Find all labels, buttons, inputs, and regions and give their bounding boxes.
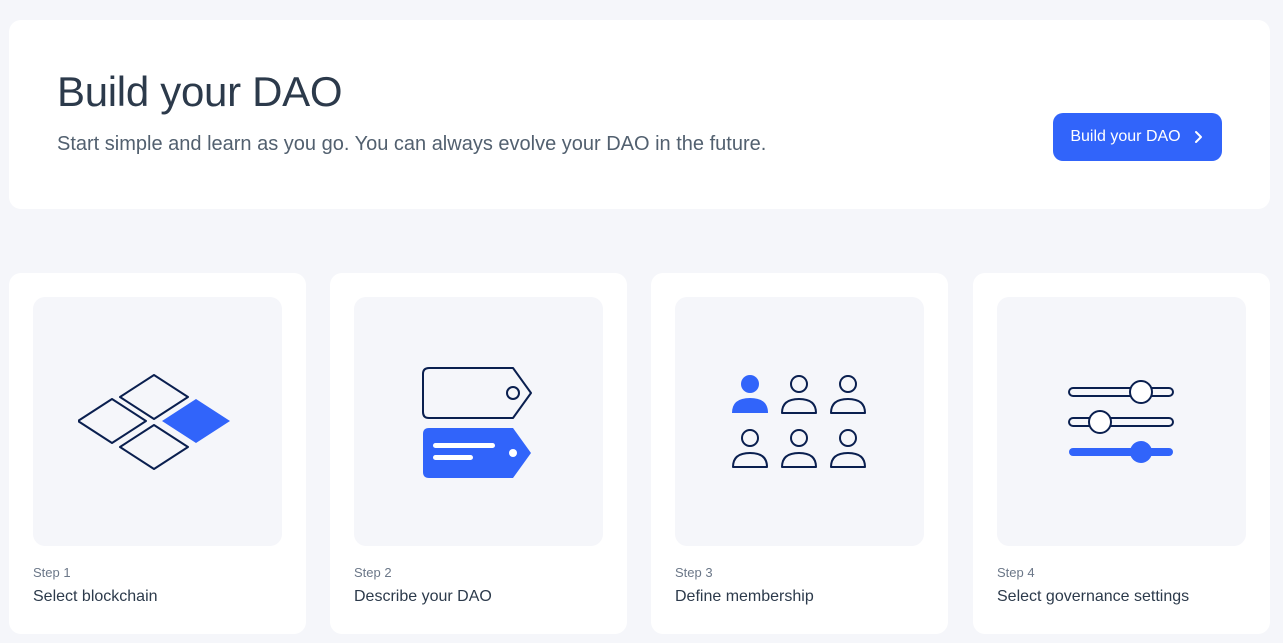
- build-dao-banner: Build your DAO Start simple and learn as…: [9, 20, 1270, 209]
- step-card-1[interactable]: Step 1 Select blockchain: [9, 273, 306, 634]
- step-card-2[interactable]: Step 2 Describe your DAO: [330, 273, 627, 634]
- step-label: Define membership: [675, 588, 814, 605]
- step-card-4[interactable]: Step 4 Select governance settings: [973, 273, 1270, 634]
- step-illustration: [675, 297, 924, 546]
- step-card-3[interactable]: Step 3 Define membership: [651, 273, 948, 634]
- step-number: Step 3: [675, 565, 713, 580]
- build-dao-button[interactable]: Build your DAO: [1053, 113, 1222, 161]
- step-illustration: [354, 297, 603, 546]
- tags-icon: [421, 366, 532, 478]
- page-title: Build your DAO: [57, 68, 343, 115]
- step-label: Select governance settings: [997, 588, 1190, 605]
- step-illustration: [997, 297, 1246, 546]
- page-subtitle: Start simple and learn as you go. You ca…: [57, 133, 767, 155]
- step-illustration: [33, 297, 282, 546]
- chevron-right-icon: [1194, 131, 1202, 143]
- step-label: Describe your DAO: [354, 588, 492, 605]
- step-number: Step 4: [997, 565, 1035, 580]
- blockchain-icon: [77, 373, 230, 470]
- sliders-icon: [1067, 379, 1174, 463]
- step-number: Step 1: [33, 565, 71, 580]
- build-dao-button-label: Build your DAO: [1070, 128, 1181, 145]
- step-number: Step 2: [354, 565, 392, 580]
- step-label: Select blockchain: [33, 588, 158, 605]
- members-icon: [731, 374, 866, 468]
